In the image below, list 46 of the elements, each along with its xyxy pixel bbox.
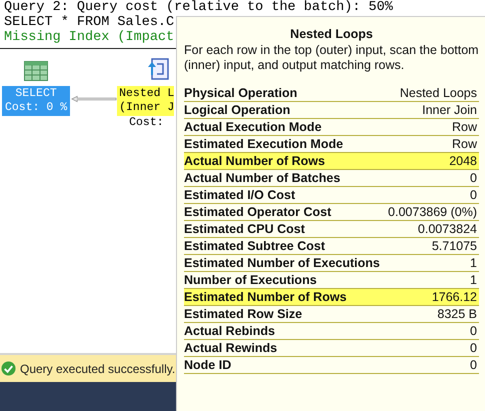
property-value: Row bbox=[452, 137, 477, 151]
property-name: Estimated I/O Cost bbox=[184, 188, 296, 202]
property-name: Physical Operation bbox=[184, 86, 298, 100]
property-name: Estimated Number of Rows bbox=[184, 290, 347, 304]
property-name: Actual Rebinds bbox=[184, 324, 275, 338]
table-icon bbox=[24, 61, 48, 81]
property-name: Estimated Subtree Cost bbox=[184, 239, 326, 253]
loop-icon bbox=[147, 57, 170, 81]
property-name: Estimated CPU Cost bbox=[184, 222, 305, 236]
property-name: Actual Rewinds bbox=[184, 341, 278, 355]
tooltip-description: For each row in the top (outer) input, scan the bottom (inner) input, and output matching rows. bbox=[184, 43, 479, 73]
property-name: Estimated Row Size bbox=[184, 307, 302, 321]
property-value: 0 bbox=[470, 324, 477, 338]
property-name: Actual Number of Rows bbox=[184, 154, 325, 168]
property-value: 0 bbox=[470, 358, 477, 372]
query-text: Missing Index (Impact bbox=[4, 30, 174, 45]
property-value: 1 bbox=[470, 273, 477, 287]
check-icon bbox=[1, 361, 16, 376]
property-value: 5.71075 bbox=[432, 239, 477, 253]
property-name: Node ID bbox=[184, 358, 232, 372]
property-value: 0 bbox=[470, 341, 477, 355]
status-message: Query executed successfully. bbox=[20, 362, 176, 376]
property-value: 0 bbox=[470, 188, 477, 202]
property-value: Row bbox=[452, 120, 477, 134]
property-name: Estimated Execution Mode bbox=[184, 137, 344, 151]
property-value: 0.0073869 (0%) bbox=[388, 205, 477, 219]
property-name: Actual Number of Batches bbox=[184, 171, 340, 185]
property-value: 0 bbox=[470, 171, 477, 185]
property-name: Actual Execution Mode bbox=[184, 120, 322, 134]
property-value: Nested Loops bbox=[400, 86, 477, 100]
property-name: Logical Operation bbox=[184, 103, 290, 117]
property-name: Number of Executions bbox=[184, 273, 317, 287]
property-value: 0.0073824 bbox=[418, 222, 477, 236]
query-text: SELECT * FROM Sales.C bbox=[4, 15, 174, 30]
node-cost: Cost: bbox=[129, 116, 164, 130]
node-label[interactable]: Nested L (Inner J bbox=[117, 86, 174, 116]
property-value: 8325 B bbox=[437, 307, 477, 321]
query-text: Query 2: Query cost (relative to the batch): 50% bbox=[4, 0, 393, 15]
property-value: 2048 bbox=[449, 154, 477, 168]
tooltip-title: Nested Loops bbox=[289, 27, 374, 41]
arrow-icon bbox=[71, 95, 118, 103]
property-value: 1 bbox=[470, 256, 477, 270]
property-value: Inner Join bbox=[422, 103, 477, 117]
property-name: Estimated Operator Cost bbox=[184, 205, 332, 219]
property-name: Estimated Number of Executions bbox=[184, 256, 380, 270]
property-value: 1766.12 bbox=[432, 290, 477, 304]
